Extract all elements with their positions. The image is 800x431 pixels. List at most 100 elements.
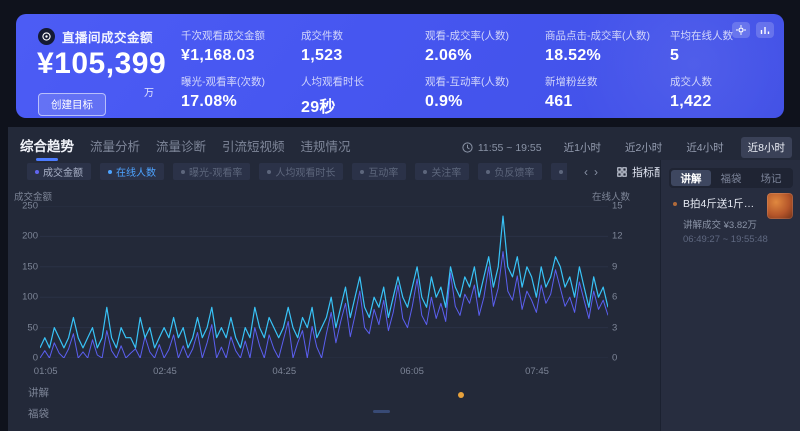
grid-icon: [617, 167, 627, 177]
tab-traffic-analysis[interactable]: 流量分析: [90, 136, 140, 161]
explain-event-marker[interactable]: [458, 392, 464, 398]
x-axis-tick: 04:25: [272, 366, 296, 377]
x-axis-tick: 06:05: [400, 366, 424, 377]
x-axis-tick: 07:45: [525, 366, 549, 377]
analytics-icon[interactable]: [756, 22, 774, 38]
create-goal-button[interactable]: 创建目标: [38, 93, 106, 116]
card-title: 直播间成交金额: [62, 27, 153, 46]
chip-dot-icon: [423, 170, 427, 174]
x-axis-tick: 01:05: [34, 366, 58, 377]
side-tab-scene-notes[interactable]: 场记: [751, 170, 791, 186]
range-button-last-4h[interactable]: 近4小时: [679, 137, 730, 158]
metric-value: ¥1,168.03: [181, 47, 301, 65]
metric-value: 0.9%: [425, 93, 545, 111]
chip-dot-icon: [559, 170, 563, 174]
chip-dot-icon: [267, 170, 271, 174]
side-panel: 讲解福袋场记 B拍4斤送1斤共35-4… 讲解成交 ¥3.82万 06:49:2…: [660, 160, 800, 431]
metric-value: 17.08%: [181, 93, 301, 111]
metric-label: 新增粉丝数: [545, 74, 670, 89]
settings-gear-icon[interactable]: [732, 22, 750, 38]
range-button-last-8h[interactable]: 近8小时: [741, 137, 792, 158]
metric-value: 461: [545, 93, 670, 111]
chip-avg-watch-time[interactable]: 人均观看时长: [259, 163, 343, 180]
live-room-icon: [38, 28, 55, 45]
range-button-last-1h[interactable]: 近1小时: [557, 137, 608, 158]
nav-tabs: 综合趋势流量分析流量诊断引流短视频违规情况: [20, 135, 351, 161]
side-panel-tabs: 讲解福袋场记: [669, 168, 793, 188]
chip-label: 曝光-观看率: [189, 164, 242, 179]
metric-5: 曝光-观看率(次数) 17.08%: [181, 74, 301, 118]
y-axis-right-tick: 9: [612, 261, 617, 272]
y-axis-right-tick: 0: [612, 353, 617, 364]
clock-icon: [462, 142, 473, 153]
tab-overview[interactable]: 综合趋势: [20, 135, 74, 161]
metric-7: 观看-互动率(人数)0.9%: [425, 74, 545, 118]
explain-item-time: 06:49:27 ~ 19:55:48: [683, 234, 768, 245]
range-button-last-2h[interactable]: 近2小时: [618, 137, 669, 158]
chevron-left-icon[interactable]: ‹: [584, 165, 588, 179]
trend-chart: 成交金额 在线人数 2502001501005001512963001:0502…: [8, 185, 656, 385]
luckybag-event-marker[interactable]: [373, 410, 390, 413]
metric-0: 千次观看成交金额¥1,168.03: [181, 28, 301, 72]
chip-dot-icon: [360, 170, 364, 174]
chip-online-users[interactable]: 在线人数: [100, 163, 164, 180]
y-axis-right-tick: 12: [612, 231, 623, 242]
chip-gmv[interactable]: 成交金额: [27, 163, 91, 180]
chip-interaction-rate[interactable]: 互动率: [352, 163, 406, 180]
chart-plot: [40, 206, 608, 358]
y-axis-left-tick: 250: [12, 201, 38, 212]
metric-label: 曝光-观看率(次数): [181, 74, 301, 89]
side-tab-explain[interactable]: 讲解: [671, 170, 711, 186]
metric-8: 新增粉丝数 461: [545, 74, 670, 118]
y-axis-left-tick: 100: [12, 292, 38, 303]
product-thumbnail[interactable]: [767, 193, 793, 219]
metric-1: 成交件数1,523: [301, 28, 425, 72]
gmv-summary-card: 直播间成交金额 ¥105,399 万 创建目标 千次观看成交金额¥1,168.0…: [16, 14, 784, 118]
y-axis-right-tick: 6: [612, 292, 617, 303]
y-axis-left-tick: 50: [12, 322, 38, 333]
chip-negative-feedback-count[interactable]: 负反馈次数: [551, 163, 567, 180]
y-axis-right-tick: 15: [612, 201, 623, 212]
chip-label: 关注率: [431, 164, 461, 179]
chip-dot-icon: [181, 170, 185, 174]
metric-label: 商品点击-成交率(人数): [545, 28, 670, 43]
chevron-right-icon[interactable]: ›: [594, 165, 598, 179]
tab-traffic-diagnosis[interactable]: 流量诊断: [156, 136, 206, 161]
tab-referral-videos[interactable]: 引流短视频: [222, 136, 285, 161]
metric-2: 观看-成交率(人数)2.06%: [425, 28, 545, 72]
metric-label: 人均观看时长: [301, 74, 425, 89]
y-axis-right-tick: 3: [612, 322, 617, 333]
time-controls: 11:55 ~ 19:55 近1小时近2小时近4小时近8小时: [462, 137, 792, 158]
explain-item-title[interactable]: B拍4斤送1斤共35-4…: [683, 196, 763, 211]
metric-3: 商品点击-成交率(人数) 18.52%: [545, 28, 670, 72]
metric-value: 5: [670, 47, 780, 65]
chip-dot-icon: [486, 170, 490, 174]
chip-label: 在线人数: [116, 164, 156, 179]
y-axis-left-tick: 0: [12, 353, 38, 364]
side-tab-lucky-bag[interactable]: 福袋: [711, 170, 751, 186]
track-label-luckybag: 福袋: [28, 406, 49, 421]
item-bullet-icon: [673, 202, 677, 206]
chips-pager: ‹ ›: [581, 165, 601, 179]
chip-follow-rate[interactable]: 关注率: [415, 163, 469, 180]
chip-dot-icon: [35, 170, 39, 174]
chip-label: 人均观看时长: [275, 164, 335, 179]
gmv-amount-unit: 万: [144, 84, 154, 99]
range-buttons: 近1小时近2小时近4小时近8小时: [557, 137, 792, 158]
chip-label: 互动率: [368, 164, 398, 179]
chip-label: 负反馈率: [494, 164, 534, 179]
metric-value: 18.52%: [545, 47, 670, 65]
metric-value: 29秒: [301, 93, 425, 117]
metric-chips-row: 成交金额在线人数曝光-观看率人均观看时长互动率关注率负反馈率负反馈次数千次观看……: [27, 163, 676, 180]
x-axis-tick: 02:45: [153, 366, 177, 377]
chip-exposure-view-rate[interactable]: 曝光-观看率: [173, 163, 250, 180]
metric-6: 人均观看时长 29秒: [301, 74, 425, 118]
y-axis-right-title: 在线人数: [592, 189, 630, 203]
gmv-amount: ¥105,399: [37, 47, 166, 81]
chip-negative-feedback-rate[interactable]: 负反馈率: [478, 163, 542, 180]
metric-9: 成交人数1,422: [670, 74, 780, 118]
metric-label: 成交人数: [670, 74, 780, 89]
chip-label: 成交金额: [43, 164, 83, 179]
metrics-grid: 千次观看成交金额¥1,168.03成交件数1,523观看-成交率(人数)2.06…: [181, 28, 780, 118]
tab-violations[interactable]: 违规情况: [301, 136, 351, 161]
